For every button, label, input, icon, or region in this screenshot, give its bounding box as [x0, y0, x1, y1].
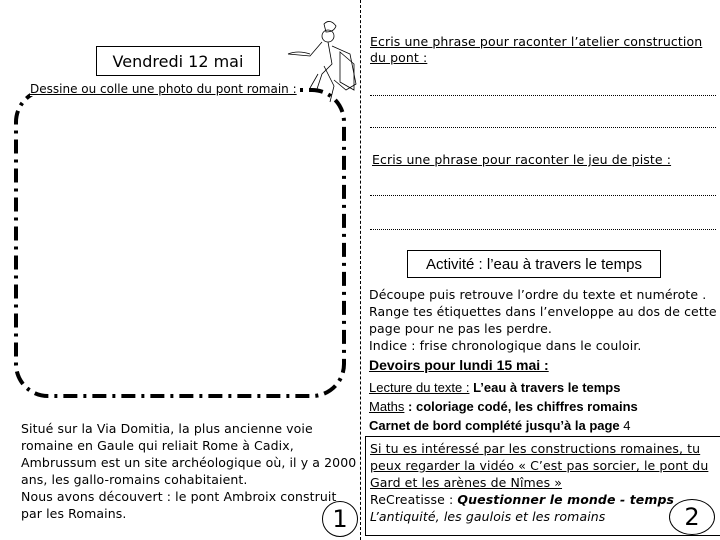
description-line: ans, les gallo-romains cohabitaient. [21, 472, 248, 487]
photo-prompt: Dessine ou colle une photo du pont romai… [30, 82, 297, 96]
homework-title: Devoirs pour lundi 15 mai : [369, 357, 549, 373]
photo-frame[interactable] [10, 70, 350, 402]
instruction-line: Découpe puis retrouve l’ordre du texte e… [369, 287, 707, 302]
instruction-line: page pour ne pas les perdre. [369, 321, 552, 336]
maths-value: : coloriage codé, les chiffres romains [404, 399, 638, 414]
reading-value: L’eau à travers le temps [469, 380, 621, 395]
roman-soldier-illustration [287, 21, 357, 103]
date-text: Vendredi 12 mai [112, 51, 244, 71]
info-line: ReCreatisse : Questionner le monde - tem… [370, 491, 718, 508]
date-box: Vendredi 12 mai [96, 46, 260, 76]
activity-title: Activité : l’eau à travers le temps [426, 255, 642, 273]
video-info: Si tu es intéressé par les constructions… [370, 440, 718, 525]
description-line: Ambrussum est un site archéologique où, … [21, 455, 357, 470]
info-line[interactable]: Gard et les arènes de Nîmes » [370, 474, 718, 491]
notebook-page: 4 [623, 418, 631, 433]
homework-list: Lecture du texte : L’eau à travers le te… [369, 378, 638, 435]
maths-label: Maths [369, 399, 405, 414]
activity-title-box: Activité : l’eau à travers le temps [407, 250, 661, 278]
page-number-1: 1 [322, 501, 358, 537]
homework-notebook: Carnet de bord complété jusqu’à la page … [369, 416, 638, 435]
reading-label: Lecture du texte : [369, 380, 470, 395]
page-number-2: 2 [669, 499, 715, 535]
instruction-line: Indice : frise chronologique dans le cou… [369, 338, 642, 353]
atelier-prompt-line: du pont : [370, 50, 428, 65]
site-description: Situé sur la Via Domitia, la plus ancien… [21, 420, 361, 522]
activity-instructions: Découpe puis retrouve l’ordre du texte e… [369, 286, 720, 354]
info-line: L’antiquité, les gaulois et les romains [370, 509, 606, 524]
page-number-text: 1 [332, 505, 348, 533]
answer-line-piste-1[interactable] [370, 195, 716, 196]
description-line: Situé sur la Via Domitia, la plus ancien… [21, 421, 313, 436]
recreatisse-label: ReCreatisse : [370, 492, 458, 507]
homework-maths: Maths : coloriage codé, les chiffres rom… [369, 397, 638, 416]
answer-line-atelier-1[interactable] [370, 95, 716, 96]
description-line: Nous avons découvert : le pont Ambroix c… [21, 489, 337, 504]
homework-reading: Lecture du texte : L’eau à travers le te… [369, 378, 638, 397]
atelier-prompt-line: Ecris une phrase pour raconter l’atelier… [370, 34, 703, 49]
description-line: romaine en Gaule qui reliait Rome à Cadi… [21, 438, 294, 453]
info-line[interactable]: peux regarder la vidéo « C’est pas sorci… [370, 457, 718, 474]
info-line[interactable]: Si tu es intéressé par les constructions… [370, 440, 718, 457]
dash-dot-border [14, 88, 346, 398]
answer-line-atelier-2[interactable] [370, 127, 716, 128]
atelier-prompt: Ecris une phrase pour raconter l’atelier… [370, 34, 702, 66]
answer-line-piste-2[interactable] [370, 229, 716, 230]
instruction-line: Range tes étiquettes dans l’enveloppe au… [369, 304, 717, 319]
page-number-text: 2 [684, 503, 700, 531]
notebook-text: Carnet de bord complété jusqu’à la page [369, 418, 624, 433]
piste-prompt: Ecris une phrase pour raconter le jeu de… [372, 152, 672, 167]
recreatisse-title: Questionner le monde - temps [457, 492, 675, 507]
description-line: par les Romains. [21, 506, 127, 521]
